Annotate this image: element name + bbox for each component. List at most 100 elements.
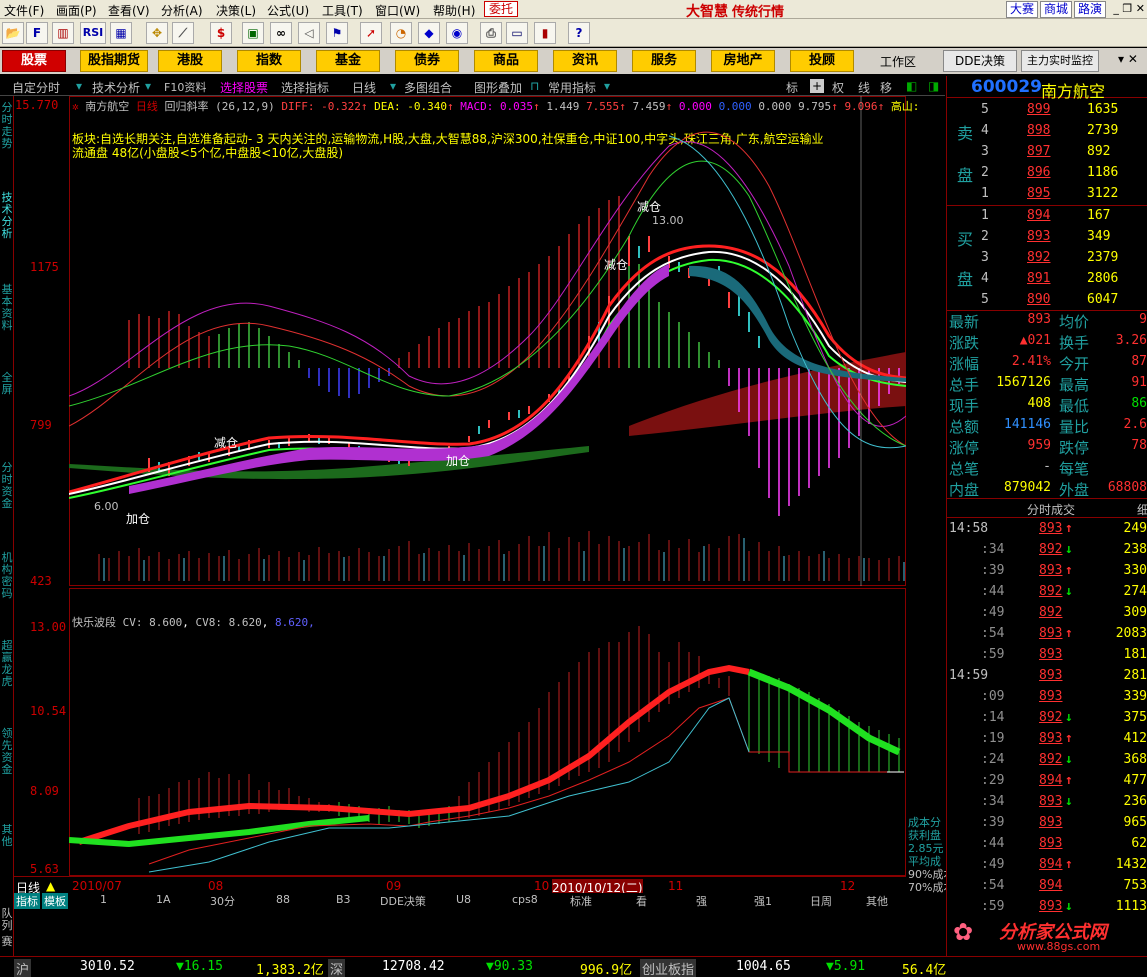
vtab-institution[interactable]: 机构密码: [0, 552, 14, 600]
dde-button[interactable]: DDE决策: [943, 50, 1017, 72]
dollar-icon[interactable]: $: [210, 22, 232, 44]
grid-icon[interactable]: ▦: [110, 22, 132, 44]
tab-other[interactable]: 其他: [866, 893, 888, 909]
minimize-icon[interactable]: _: [1113, 2, 1119, 15]
tab-template[interactable]: 模板: [42, 893, 68, 909]
menu-decision[interactable]: 决策(L): [216, 2, 256, 19]
cat-fund[interactable]: 基金: [316, 50, 380, 72]
menu-view[interactable]: 查看(V): [108, 2, 150, 19]
tab-standard[interactable]: 标准: [570, 893, 592, 909]
cat-news[interactable]: 资讯: [553, 50, 617, 72]
entrust-button[interactable]: 委托: [484, 1, 518, 17]
cat-index[interactable]: 指数: [237, 50, 301, 72]
main-chart[interactable]: 15.770 1175 799 423 ✲ 南方航空 日线 回归斜率 (26,1…: [14, 96, 919, 588]
wave-chart[interactable]: 13.00 10.54 8.09 5.63 快乐波段 CV: 8.600, CV…: [14, 588, 954, 894]
vtab-dragon[interactable]: 超赢龙虎: [0, 640, 14, 688]
sub-f10[interactable]: F10资料: [164, 79, 206, 95]
open-icon[interactable]: 📂: [2, 22, 24, 44]
tab-1[interactable]: 1: [100, 893, 107, 906]
menu-tools[interactable]: 工具(T): [322, 2, 363, 19]
tab-1a[interactable]: 1A: [156, 893, 171, 906]
vtab-leading[interactable]: 领先资金: [0, 728, 14, 776]
speed-icon[interactable]: ◉: [446, 22, 468, 44]
sub-move[interactable]: 移: [880, 79, 892, 96]
f-icon[interactable]: F: [26, 22, 48, 44]
menu-formula[interactable]: 公式(U): [267, 2, 309, 19]
sub-line[interactable]: 线: [858, 79, 870, 96]
sub-mark[interactable]: 标: [786, 79, 798, 96]
help-icon[interactable]: ?: [568, 22, 590, 44]
sub-common-indicator[interactable]: 常用指标: [548, 79, 596, 96]
buy-row[interactable]: 2 893 349: [947, 227, 1147, 248]
cat-realestate[interactable]: 房地产: [711, 50, 775, 72]
sub-overlay[interactable]: 图形叠加: [474, 79, 522, 96]
cat-stock[interactable]: 股票: [2, 50, 66, 72]
triangle-up-icon[interactable]: ▲: [46, 879, 55, 893]
vtab-other[interactable]: 其他: [0, 824, 14, 848]
sell-row[interactable]: 3 897 892: [947, 142, 1147, 163]
vtab-fund-flow[interactable]: 分时资金: [0, 462, 14, 510]
roadshow-button[interactable]: 路演: [1074, 1, 1106, 18]
tab-88[interactable]: 88: [276, 893, 290, 906]
tab-strong[interactable]: 强: [696, 893, 707, 909]
pie-icon[interactable]: ◔: [390, 22, 412, 44]
sub-multichart[interactable]: 多图组合: [404, 79, 452, 96]
move-icon[interactable]: ✥: [146, 22, 168, 44]
arrow-icon[interactable]: ➚: [360, 22, 382, 44]
cat-bond[interactable]: 债券: [395, 50, 459, 72]
tab-watch[interactable]: 看: [636, 893, 647, 909]
buy-row[interactable]: 4 891 2806: [947, 269, 1147, 290]
monitor-icon[interactable]: ▭: [506, 22, 528, 44]
panel-controls[interactable]: ▾ ✕: [1118, 52, 1138, 66]
vtab-intraday[interactable]: 分时走势: [0, 102, 14, 150]
nav-right-icon[interactable]: ◨: [928, 79, 939, 93]
sub-select-indicator[interactable]: 选择指标: [281, 79, 329, 96]
monitor-button[interactable]: 主力实时监控: [1021, 50, 1099, 72]
tab-30min[interactable]: 30分: [210, 893, 235, 909]
print-icon[interactable]: ⎙: [480, 22, 502, 44]
cat-futures[interactable]: 股指期货: [80, 50, 148, 72]
workspace-label[interactable]: 工作区: [880, 53, 916, 70]
sell-row[interactable]: 1 895 3122: [947, 184, 1147, 205]
sub-technical[interactable]: 技术分析: [92, 79, 140, 96]
tab-cps8[interactable]: cps8: [512, 893, 538, 906]
nav-left-icon[interactable]: ◧: [906, 79, 917, 93]
cat-advisor[interactable]: 投顾: [790, 50, 854, 72]
sh-label[interactable]: 沪: [14, 959, 32, 977]
menu-file[interactable]: 文件(F): [4, 2, 44, 19]
close-icon[interactable]: ✕: [1136, 2, 1145, 15]
contest-button[interactable]: 大赛: [1006, 1, 1038, 18]
menu-help[interactable]: 帮助(H): [433, 2, 475, 19]
cat-hk[interactable]: 港股: [158, 50, 222, 72]
cat-commodity[interactable]: 商品: [474, 50, 538, 72]
menu-window[interactable]: 窗口(W): [375, 2, 420, 19]
tab-indicator[interactable]: 指标: [14, 893, 40, 909]
sz-label[interactable]: 深: [328, 959, 346, 977]
menu-analysis[interactable]: 分析(A): [161, 2, 203, 19]
sub-select-stock[interactable]: 选择股票: [220, 79, 268, 96]
vtab-technical[interactable]: 技术分析: [0, 192, 14, 240]
tab-u8[interactable]: U8: [456, 893, 471, 906]
buy-row[interactable]: 5 890 6047: [947, 290, 1147, 311]
books-icon[interactable]: ▮: [534, 22, 556, 44]
buy-row[interactable]: 3 892 2379: [947, 248, 1147, 269]
binoculars-icon[interactable]: ∞: [270, 22, 292, 44]
sub-intraday[interactable]: 自定分时: [12, 79, 60, 96]
menu-view-screen[interactable]: 画面(P): [56, 2, 97, 19]
money-icon[interactable]: ▣: [242, 22, 264, 44]
vtab-contest[interactable]: 赛: [0, 936, 14, 948]
ruler-icon[interactable]: ⟋: [172, 22, 194, 44]
sign-icon[interactable]: ⚑: [326, 22, 348, 44]
sub-rights[interactable]: 权: [832, 79, 844, 96]
sub-daily[interactable]: 日线: [352, 79, 376, 96]
tab-dde[interactable]: DDE决策: [380, 893, 426, 909]
vtab-fundamentals[interactable]: 基本资料: [0, 284, 14, 332]
vtab-fullscreen[interactable]: 全屏: [0, 372, 14, 396]
chart-icon[interactable]: ▥: [52, 22, 74, 44]
cy-label[interactable]: 创业板指: [640, 959, 697, 977]
plus-icon[interactable]: +: [810, 79, 824, 93]
diamond-icon[interactable]: ◆: [418, 22, 440, 44]
cat-service[interactable]: 服务: [632, 50, 696, 72]
restore-icon[interactable]: ❐: [1122, 2, 1132, 15]
sell-row[interactable]: 2 896 1186: [947, 163, 1147, 184]
